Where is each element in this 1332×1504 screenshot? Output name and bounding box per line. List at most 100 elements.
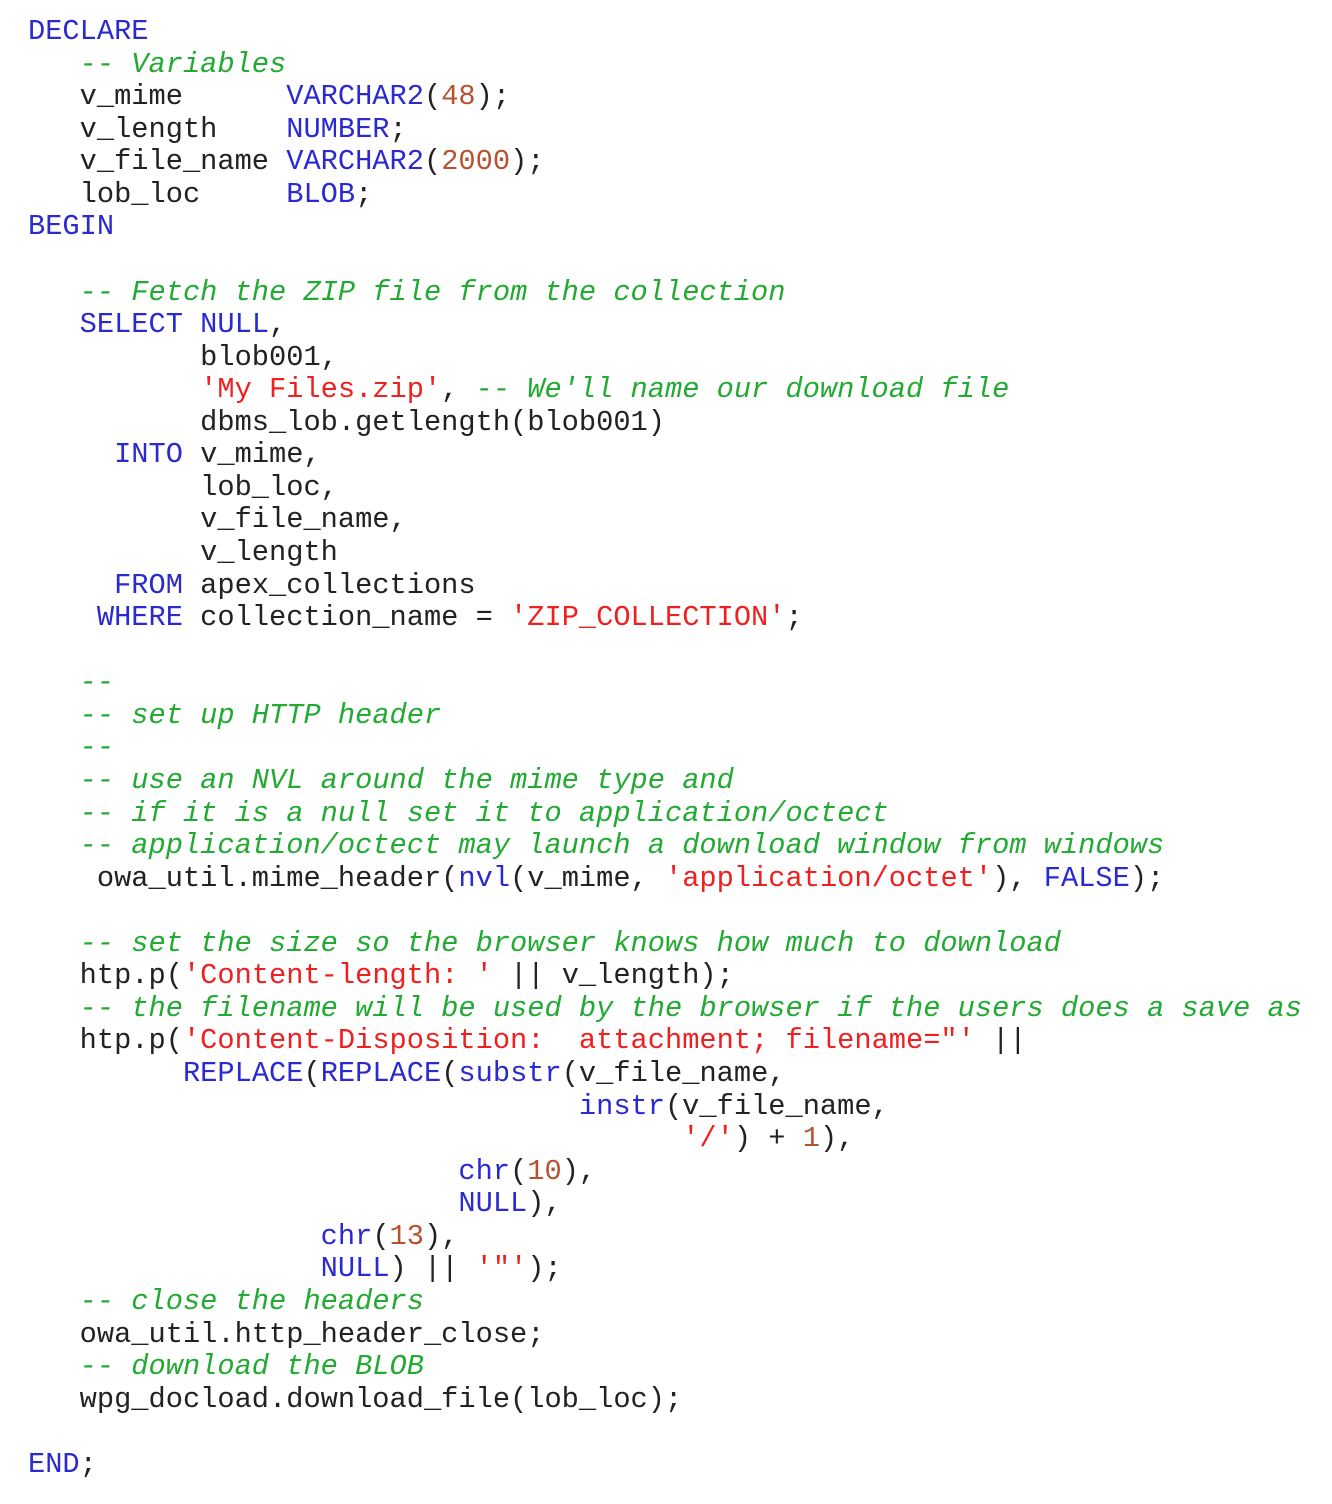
identifier: ( xyxy=(372,1219,390,1253)
keyword: VARCHAR2 xyxy=(286,145,424,179)
keyword: DECLARE xyxy=(28,15,149,48)
code-line: SELECT NULL, xyxy=(28,308,1302,342)
identifier: (v_file_name, xyxy=(664,1089,889,1123)
comment: -- xyxy=(79,731,115,765)
identifier xyxy=(28,829,80,862)
identifier: dbms_lob.getlength(blob001) xyxy=(28,405,665,439)
code-line: chr(13), xyxy=(28,1219,1302,1254)
identifier: collection_name = xyxy=(182,601,511,635)
code-line: WHERE collection_name = 'ZIP_COLLECTION'… xyxy=(28,601,1302,635)
number-literal: 48 xyxy=(441,80,476,114)
identifier: ; xyxy=(389,112,407,146)
code-line: END; xyxy=(28,1447,1302,1482)
identifier: ); xyxy=(475,80,511,114)
identifier: ( xyxy=(510,1154,528,1188)
comment: -- if it is a null set it to application… xyxy=(79,796,889,830)
number-literal: 13 xyxy=(389,1219,424,1253)
code-line: owa_util.http_header_close; xyxy=(28,1318,1302,1352)
comment: -- Variables xyxy=(79,47,287,81)
identifier: v_mime xyxy=(28,80,287,114)
string-literal: '/' xyxy=(682,1122,734,1156)
identifier xyxy=(28,1090,579,1123)
identifier: lob_loc xyxy=(28,177,287,211)
identifier xyxy=(28,276,80,309)
identifier xyxy=(28,1350,80,1383)
identifier: || v_length); xyxy=(492,959,734,993)
identifier: || xyxy=(974,1024,1027,1058)
code-line: -- if it is a null set it to application… xyxy=(28,796,1302,831)
code-line: v_file_name, xyxy=(28,504,1302,537)
keyword: nvl xyxy=(458,861,511,895)
code-line: htp.p('Content-length: ' || v_length); xyxy=(28,960,1302,993)
identifier: blob001, xyxy=(28,340,338,374)
comment: -- We'll name our download file xyxy=(475,373,1010,407)
keyword: NULL xyxy=(320,1252,390,1286)
code-line: v_mime VARCHAR2(48); xyxy=(28,80,1302,114)
string-literal: 'My Files.zip' xyxy=(200,373,442,407)
code-line: BEGIN xyxy=(28,211,1302,244)
identifier: htp.p( xyxy=(28,959,183,993)
identifier: ), xyxy=(423,1219,459,1253)
identifier xyxy=(28,1220,321,1253)
identifier xyxy=(28,1057,183,1090)
identifier: (v_mime, xyxy=(510,861,665,895)
identifier: ), xyxy=(819,1122,855,1156)
keyword: REPLACE xyxy=(182,1057,304,1090)
code-line: DECLARE xyxy=(28,15,1302,49)
identifier: htp.p( xyxy=(28,1024,183,1058)
code-line: FROM apex_collections xyxy=(28,568,1302,603)
code-line: 'My Files.zip', -- We'll name our downlo… xyxy=(28,373,1302,407)
code-listing: DECLARE -- Variables v_mime VARCHAR2(48)… xyxy=(28,15,1302,1482)
number-literal: 2000 xyxy=(441,145,511,179)
identifier: (v_file_name, xyxy=(561,1057,786,1090)
keyword: substr xyxy=(458,1057,562,1090)
code-line: NULL) || '"'); xyxy=(28,1253,1302,1286)
code-line: -- xyxy=(28,666,1302,700)
code-line: -- the filename will be used by the brow… xyxy=(28,992,1302,1026)
code-line: wpg_docload.download_file(lob_loc); xyxy=(28,1383,1302,1417)
keyword: END xyxy=(28,1447,80,1481)
identifier: ( xyxy=(423,145,442,179)
keyword: REPLACE xyxy=(320,1057,442,1090)
identifier: lob_loc, xyxy=(28,470,338,504)
keyword: NUMBER xyxy=(286,112,390,146)
identifier xyxy=(28,1155,458,1188)
identifier: ; xyxy=(785,601,803,635)
code-line: -- xyxy=(28,732,1302,765)
code-line: -- set the size so the browser knows how… xyxy=(28,927,1302,961)
string-literal: 'Content-Disposition: attachment; filena… xyxy=(182,1024,975,1058)
keyword: SELECT xyxy=(79,308,183,342)
keyword: instr xyxy=(578,1089,665,1123)
identifier: ( xyxy=(303,1057,321,1090)
identifier: ) || xyxy=(389,1252,476,1286)
identifier: ), xyxy=(527,1187,562,1221)
identifier: ( xyxy=(423,80,442,114)
code-line: -- Variables xyxy=(28,47,1302,82)
identifier: v_length xyxy=(28,112,287,146)
comment: -- use an NVL around the mime type and xyxy=(79,763,734,797)
identifier xyxy=(28,1285,80,1318)
code-line: chr(10), xyxy=(28,1154,1302,1189)
comment: -- application/octect may launch a downl… xyxy=(79,829,1165,863)
comment: -- set up HTTP header xyxy=(79,698,442,732)
code-line: '/') + 1), xyxy=(28,1122,1302,1156)
identifier: ), xyxy=(561,1154,597,1188)
string-literal: 'ZIP_COLLECTION' xyxy=(510,601,786,635)
identifier xyxy=(28,1122,682,1155)
comment: -- xyxy=(79,666,115,700)
identifier: v_mime, xyxy=(182,438,321,472)
keyword: FALSE xyxy=(1043,861,1130,895)
code-line: -- download the BLOB xyxy=(28,1350,1302,1384)
comment: -- Fetch the ZIP file from the collectio… xyxy=(79,275,786,309)
code-line: -- close the headers xyxy=(28,1285,1302,1319)
keyword: FROM xyxy=(114,568,183,602)
identifier: owa_util.mime_header( xyxy=(28,861,459,895)
code-line: v_file_name VARCHAR2(2000); xyxy=(28,145,1302,179)
identifier: v_file_name, xyxy=(28,503,407,537)
identifier xyxy=(28,1252,321,1285)
comment: -- download the BLOB xyxy=(79,1350,424,1384)
keyword: BEGIN xyxy=(28,210,115,244)
